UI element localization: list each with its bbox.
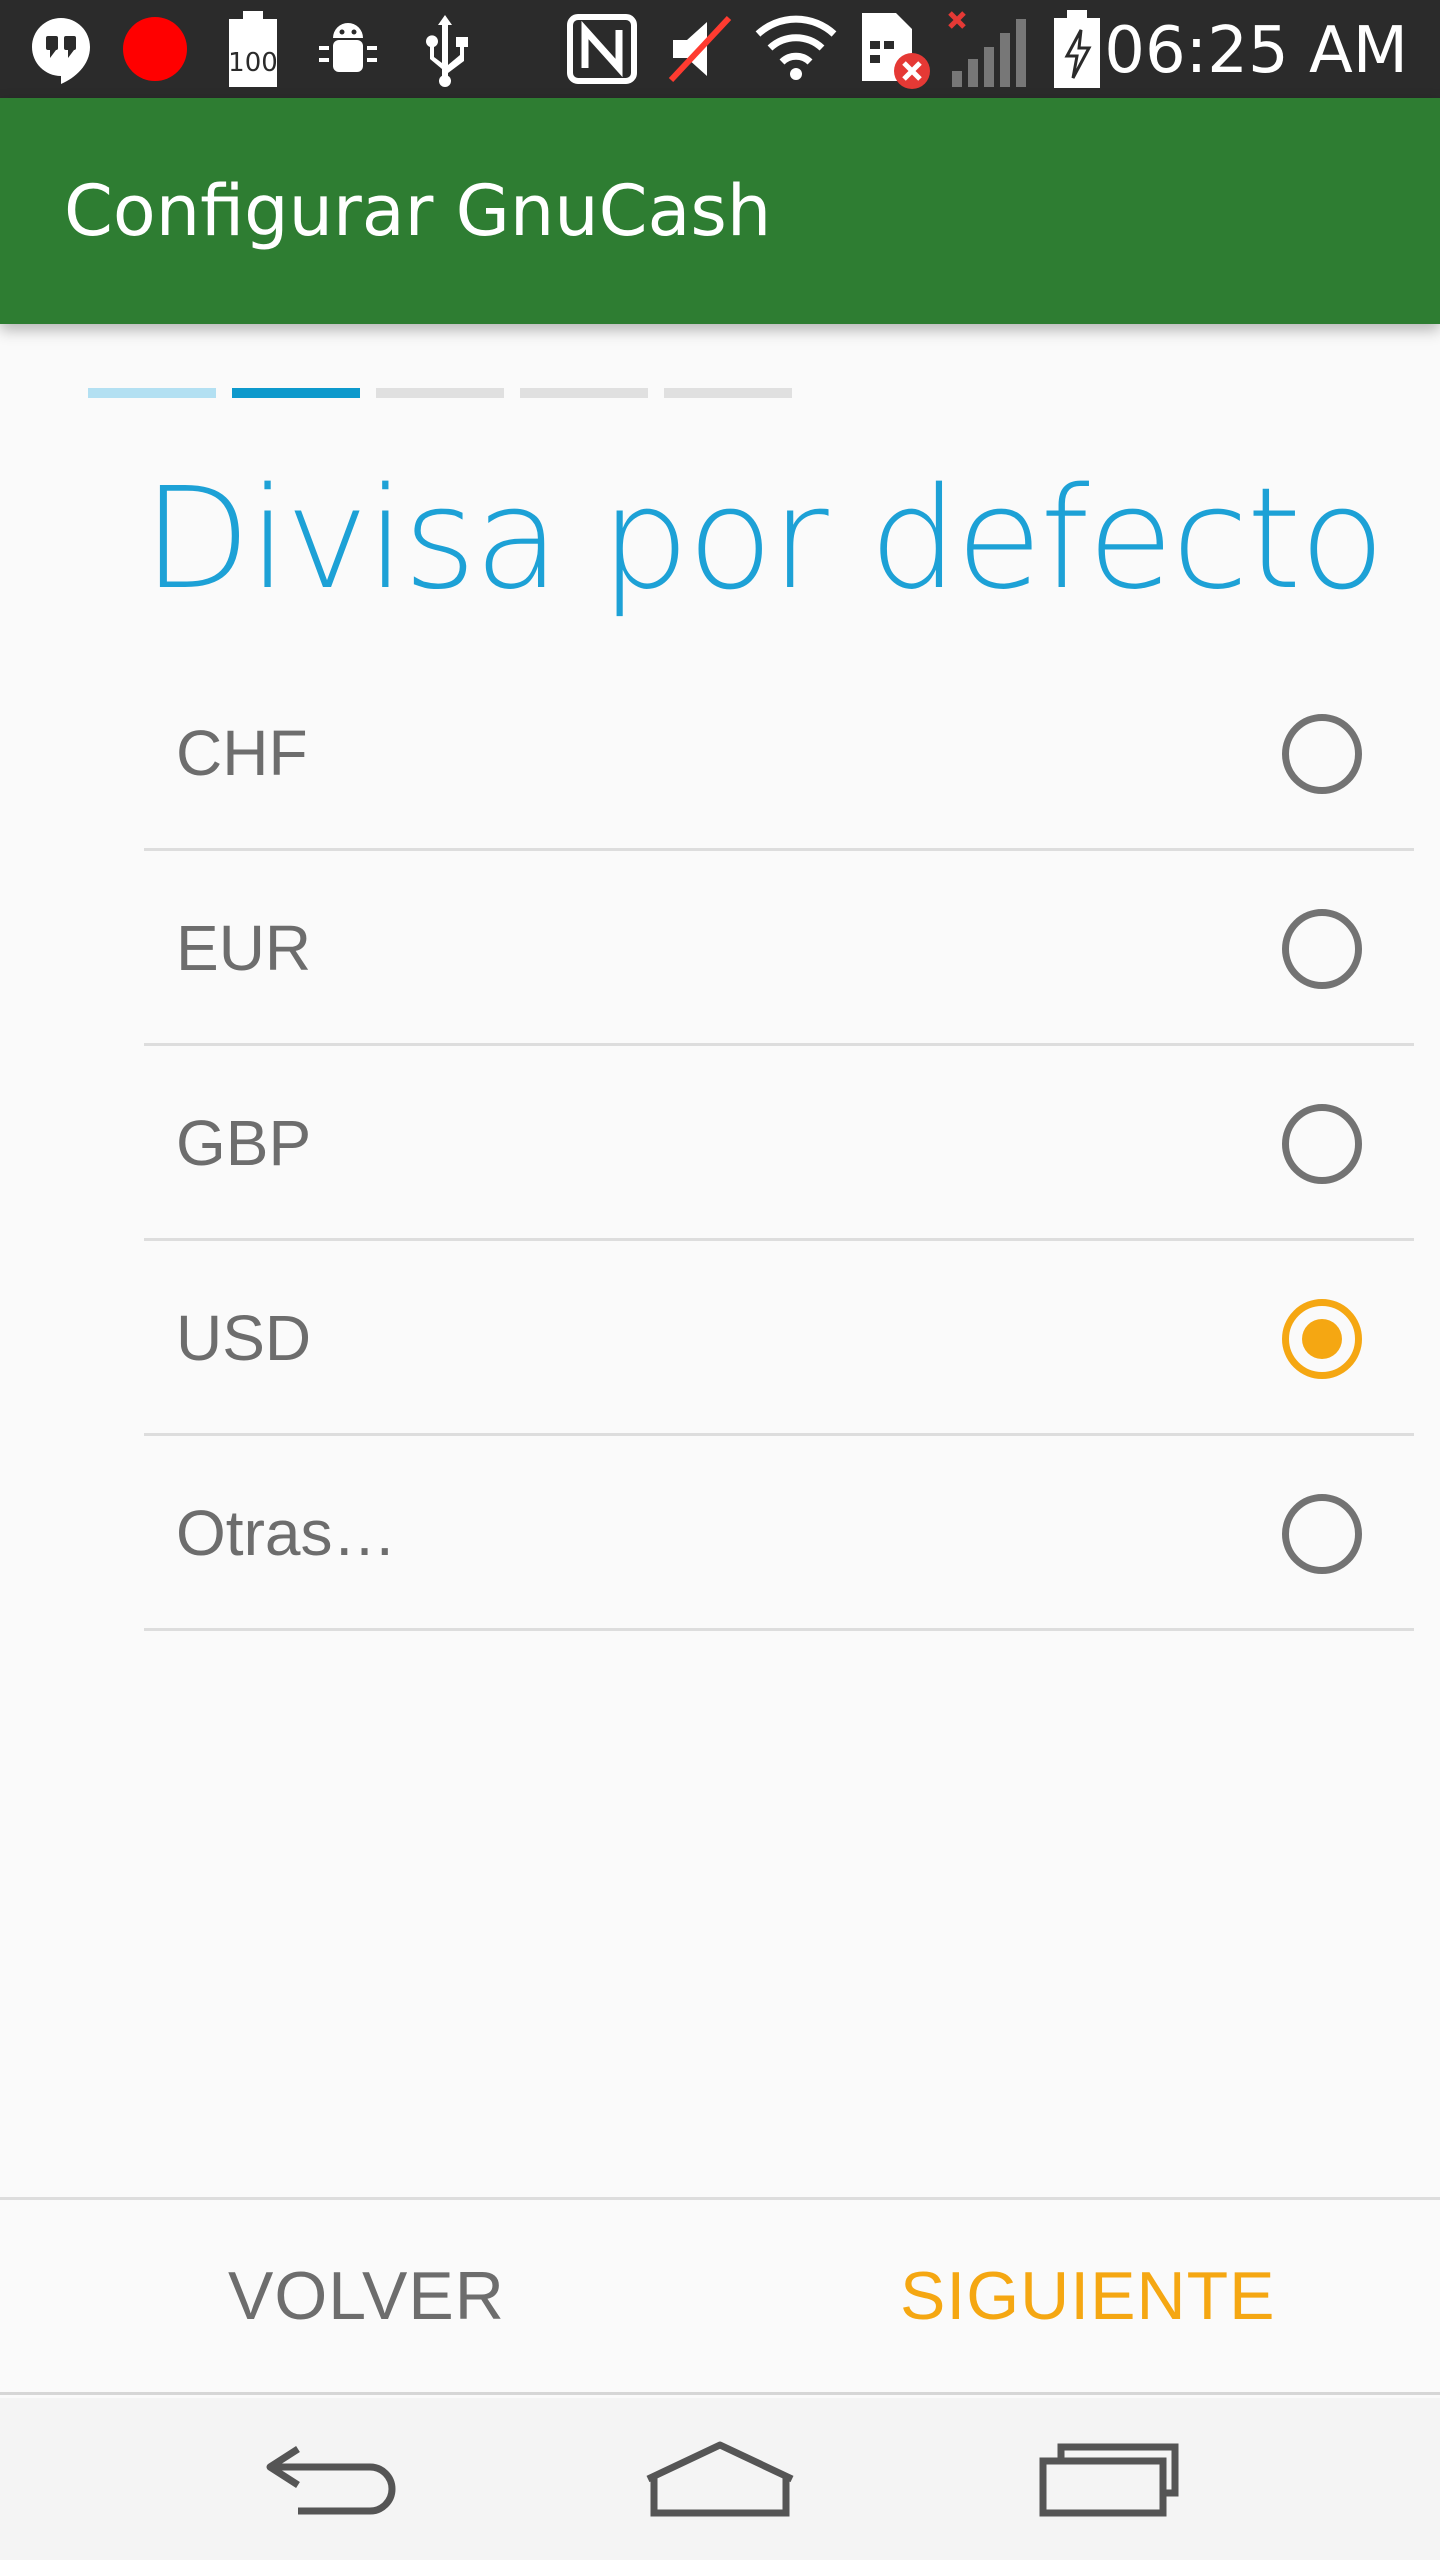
currency-label: Otras… <box>176 1497 397 1569</box>
currency-label: USD <box>176 1302 312 1374</box>
status-bar: 100 06:25 AM <box>0 0 1440 98</box>
step-1 <box>88 388 216 398</box>
status-time: 06:25 AM <box>1104 14 1408 88</box>
step-5 <box>664 388 792 398</box>
step-3 <box>376 388 504 398</box>
wifi-icon <box>750 0 842 98</box>
home-icon[interactable] <box>600 2398 840 2560</box>
currency-label: CHF <box>176 717 308 789</box>
radio-button-chf[interactable] <box>1282 714 1362 794</box>
wizard-button-bar: VOLVER SIGUIENTE <box>0 2197 1440 2395</box>
currency-option-other[interactable]: Otras… <box>144 1436 1414 1631</box>
recents-icon[interactable] <box>990 2398 1230 2560</box>
signal-none-icon <box>946 0 1032 98</box>
radio-button-other[interactable] <box>1282 1494 1362 1574</box>
radio-button-eur[interactable] <box>1282 909 1362 989</box>
navigation-bar <box>0 2398 1440 2560</box>
back-button[interactable]: VOLVER <box>228 2200 505 2392</box>
currency-option-gbp[interactable]: GBP <box>144 1046 1414 1241</box>
usb-icon <box>412 0 478 98</box>
currency-option-chf[interactable]: CHF <box>144 656 1414 851</box>
battery-100-icon: 100 <box>218 0 288 98</box>
currency-label: GBP <box>176 1107 312 1179</box>
battery-charging-icon <box>1046 0 1108 98</box>
sim-error-icon <box>856 0 936 98</box>
nfc-icon <box>564 0 640 98</box>
app-bar: Configurar GnuCash <box>0 98 1440 324</box>
currency-label: EUR <box>176 912 312 984</box>
volume-muted-icon <box>662 0 738 98</box>
android-debug-icon <box>310 0 386 98</box>
currency-option-eur[interactable]: EUR <box>144 851 1414 1046</box>
step-4 <box>520 388 648 398</box>
back-icon[interactable] <box>212 2398 452 2560</box>
next-button[interactable]: SIGUIENTE <box>900 2200 1276 2392</box>
app-title: Configurar GnuCash <box>64 170 772 252</box>
hangouts-icon <box>24 0 98 98</box>
radio-button-usd[interactable] <box>1282 1299 1362 1379</box>
currency-option-usd[interactable]: USD <box>144 1241 1414 1436</box>
currency-list: CHF EUR GBP USD Otras… <box>144 656 1414 1631</box>
battery-level-text: 100 <box>228 48 278 78</box>
step-2 <box>232 388 360 398</box>
page-heading: Divisa por defecto <box>142 458 1385 621</box>
radio-button-gbp[interactable] <box>1282 1104 1362 1184</box>
record-dot-icon <box>118 0 192 98</box>
step-indicator <box>88 388 792 398</box>
